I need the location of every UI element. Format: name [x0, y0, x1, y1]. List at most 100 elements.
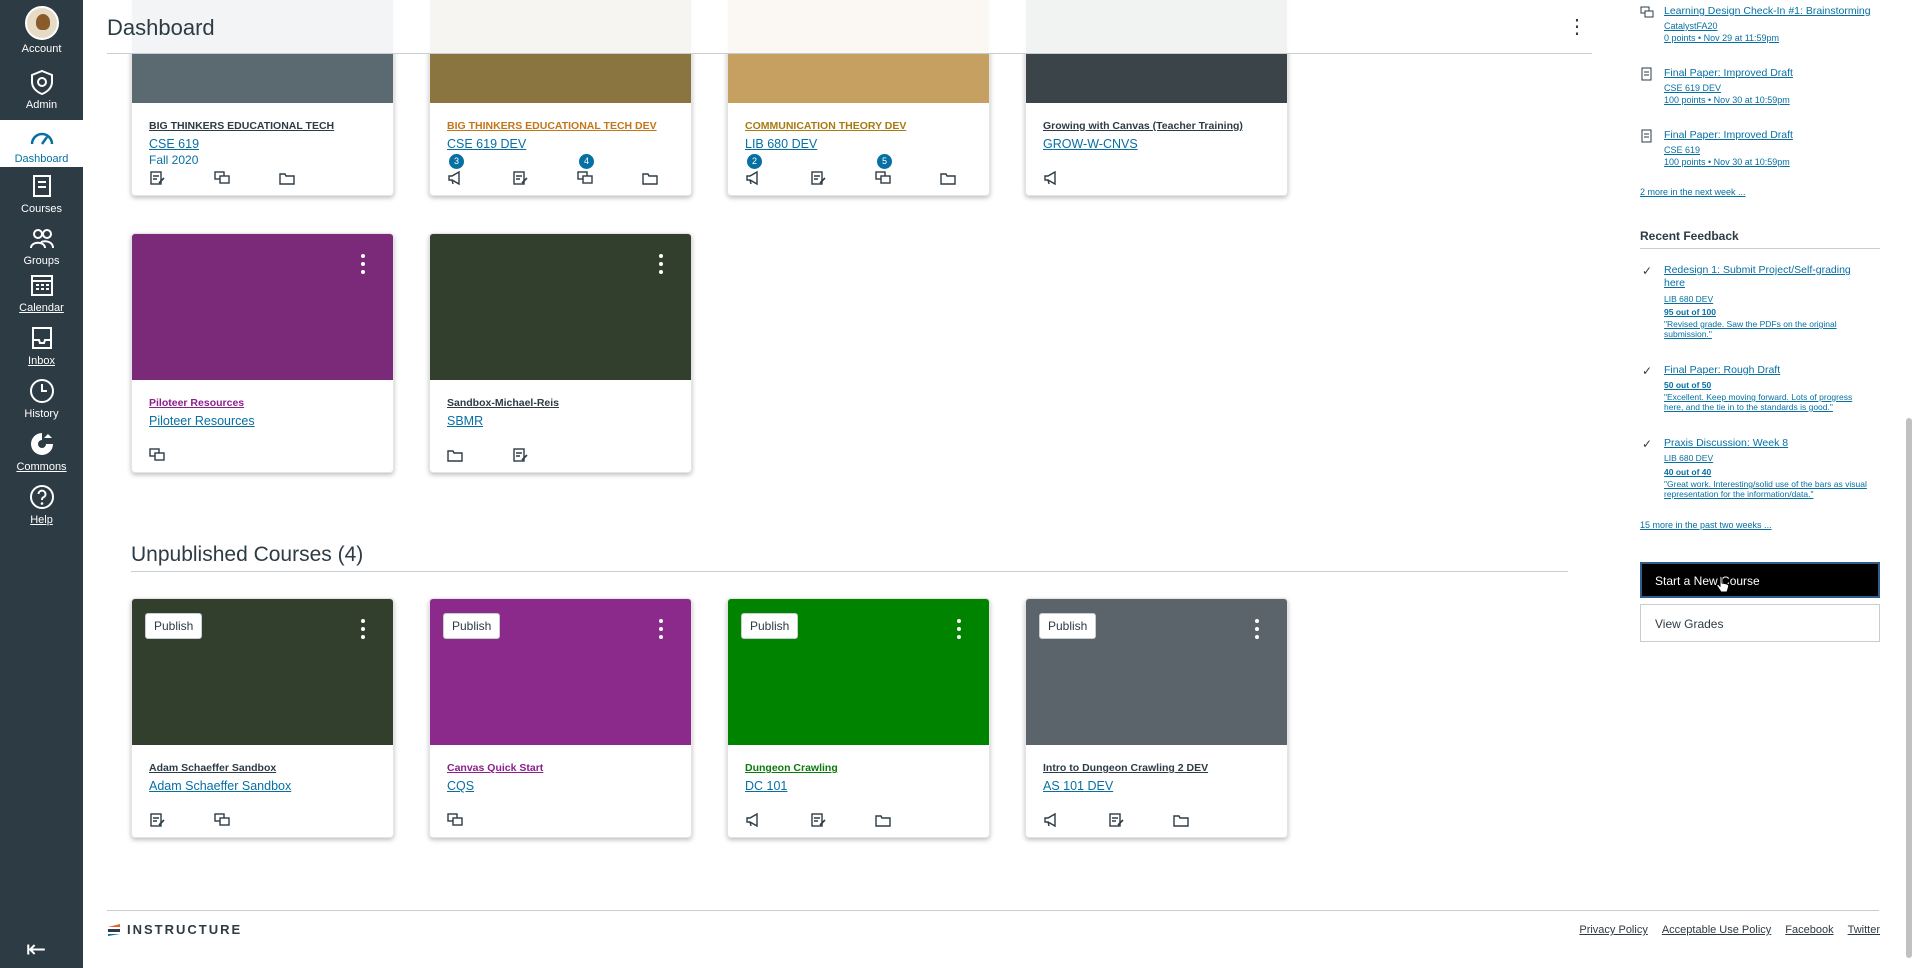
course-card-code[interactable]: AS 101 DEV	[1043, 779, 1113, 793]
publish-button[interactable]: Publish	[145, 613, 203, 639]
nav-history[interactable]: History	[0, 377, 83, 420]
facebook-link[interactable]: Facebook	[1785, 924, 1833, 936]
nav-dashboard[interactable]: Dashboard	[0, 120, 83, 167]
folder-icon[interactable]	[279, 170, 295, 186]
course-card[interactable]: Publish Intro to Dungeon Crawling 2 DEV AS…	[1025, 598, 1288, 838]
assignment-icon[interactable]	[512, 170, 528, 186]
todo-title[interactable]: Final Paper: Improved Draft	[1664, 129, 1793, 141]
course-card-hero[interactable]	[132, 234, 393, 380]
assignment-icon[interactable]	[512, 447, 528, 463]
course-card[interactable]: Publish Adam Schaeffer Sandbox Adam Schaef…	[131, 598, 394, 838]
publish-button[interactable]: Publish	[741, 613, 799, 639]
assignment-icon[interactable]	[810, 812, 826, 828]
page-scrollbar[interactable]	[1906, 418, 1912, 958]
discussion-icon[interactable]	[447, 812, 463, 828]
nav-groups[interactable]: Groups	[0, 224, 83, 267]
nav-commons[interactable]: Commons	[0, 430, 83, 473]
more-past-two-weeks-link[interactable]: 15 more in the past two weeks ...	[1640, 520, 1772, 530]
course-card-actions	[149, 170, 344, 186]
course-card-name[interactable]: Growing with Canvas (Teacher Training)	[1043, 120, 1243, 132]
nav-inbox[interactable]: Inbox	[0, 324, 83, 367]
course-card-name[interactable]: Dungeon Crawling	[745, 762, 838, 774]
folder-icon[interactable]	[642, 170, 658, 186]
discussion-icon[interactable]	[149, 447, 165, 463]
feedback-title[interactable]: Redesign 1: Submit Project/Self-grading …	[1664, 264, 1864, 290]
card-options-icon[interactable]	[361, 254, 367, 278]
clock-icon	[29, 379, 54, 403]
todo-title[interactable]: Final Paper: Improved Draft	[1664, 67, 1793, 79]
feedback-score: 50 out of 50	[1664, 380, 1712, 390]
course-card[interactable]: Sandbox-Michael-Reis SBMR	[429, 233, 692, 473]
announcement-icon[interactable]: 3	[447, 154, 464, 186]
card-options-icon[interactable]	[361, 619, 367, 643]
course-card-name[interactable]: Intro to Dungeon Crawling 2 DEV	[1043, 762, 1208, 774]
course-card-actions: 25	[745, 154, 989, 186]
course-card[interactable]: Piloteer Resources Piloteer Resources	[131, 233, 394, 473]
announcement-icon[interactable]	[745, 812, 761, 828]
discussion-icon[interactable]	[214, 170, 230, 186]
start-new-course-button[interactable]: Start a New Course	[1640, 562, 1880, 598]
course-card-code[interactable]: CSE 619	[149, 137, 199, 151]
assignment-icon[interactable]	[149, 170, 165, 186]
more-next-week-link[interactable]: 2 more in the next week ...	[1640, 187, 1746, 197]
nav-courses[interactable]: Courses	[0, 172, 83, 215]
folder-icon[interactable]	[940, 170, 956, 186]
recent-feedback-heading: Recent Feedback	[1640, 229, 1739, 243]
course-card[interactable]: Publish Canvas Quick Start CQS	[429, 598, 692, 838]
discussion-icon[interactable]: 5	[875, 154, 892, 186]
course-card-actions	[149, 447, 214, 463]
assignment-icon[interactable]	[149, 812, 165, 828]
folder-icon[interactable]	[447, 447, 463, 463]
dashboard-options-icon[interactable]: ⋮	[1567, 14, 1587, 39]
collapse-nav-icon[interactable]: ⇤	[26, 935, 46, 964]
nav-account[interactable]: Account	[0, 6, 83, 55]
card-options-icon[interactable]	[1255, 619, 1261, 643]
folder-icon[interactable]	[1173, 812, 1189, 828]
nav-help[interactable]: Help	[0, 483, 83, 526]
checkmark-icon: ✓	[1642, 437, 1653, 451]
privacy-policy-link[interactable]: Privacy Policy	[1579, 924, 1647, 936]
card-options-icon[interactable]	[659, 254, 665, 278]
folder-icon[interactable]	[875, 812, 891, 828]
assignment-icon[interactable]	[810, 170, 826, 186]
course-card-code[interactable]: SBMR	[447, 414, 483, 428]
feedback-title[interactable]: Praxis Discussion: Week 8	[1664, 437, 1864, 450]
view-grades-button[interactable]: View Grades	[1640, 604, 1880, 642]
announcement-icon[interactable]	[1043, 170, 1059, 186]
discussion-icon[interactable]	[214, 812, 230, 828]
feedback-title[interactable]: Final Paper: Rough Draft	[1664, 364, 1864, 377]
announcement-icon[interactable]: 2	[745, 154, 762, 186]
publish-button[interactable]: Publish	[443, 613, 501, 639]
nav-admin[interactable]: Admin	[0, 68, 83, 111]
course-card-name[interactable]: COMMUNICATION THEORY DEV	[745, 120, 906, 132]
course-card-code[interactable]: DC 101	[745, 779, 787, 793]
course-card-name[interactable]: BIG THINKERS EDUCATIONAL TECH	[149, 120, 334, 132]
course-card-name[interactable]: Canvas Quick Start	[447, 762, 543, 774]
assignment-icon	[1641, 129, 1652, 143]
nav-calendar[interactable]: Calendar	[0, 271, 83, 314]
course-card-code[interactable]: Piloteer Resources	[149, 414, 255, 428]
assignment-icon[interactable]	[1108, 812, 1124, 828]
course-card[interactable]: Publish Dungeon Crawling DC 101	[727, 598, 990, 838]
course-card-code[interactable]: Adam Schaeffer Sandbox	[149, 779, 291, 793]
acceptable-use-policy-link[interactable]: Acceptable Use Policy	[1662, 924, 1771, 936]
course-card-actions	[149, 812, 279, 828]
course-card-code[interactable]: CQS	[447, 779, 474, 793]
course-card-name[interactable]: Sandbox-Michael-Reis	[447, 397, 559, 409]
card-options-icon[interactable]	[957, 619, 963, 643]
course-card-code[interactable]: LIB 680 DEV	[745, 137, 817, 151]
course-card-name[interactable]: BIG THINKERS EDUCATIONAL TECH DEV	[447, 120, 657, 132]
todo-title[interactable]: Learning Design Check-In #1: Brainstormi…	[1664, 5, 1871, 17]
announcement-icon[interactable]	[1043, 812, 1059, 828]
course-card-name[interactable]: Piloteer Resources	[149, 397, 244, 409]
discussion-icon[interactable]: 4	[577, 154, 594, 186]
twitter-link[interactable]: Twitter	[1848, 924, 1880, 936]
instructure-logo[interactable]: INSTRUCTURE	[107, 922, 242, 937]
feedback-comment: "Great work. Interesting/solid use of th…	[1664, 479, 1867, 499]
card-options-icon[interactable]	[659, 619, 665, 643]
course-card-hero[interactable]	[430, 234, 691, 380]
course-card-code[interactable]: GROW-W-CNVS	[1043, 137, 1138, 151]
publish-button[interactable]: Publish	[1039, 613, 1097, 639]
course-card-code[interactable]: CSE 619 DEV	[447, 137, 526, 151]
course-card-name[interactable]: Adam Schaeffer Sandbox	[149, 762, 276, 774]
